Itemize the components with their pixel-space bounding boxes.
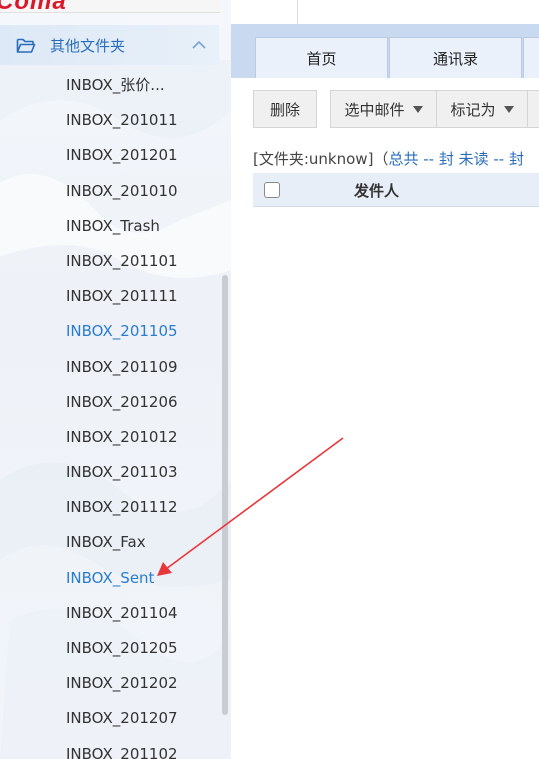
folder-item[interactable]: INBOX_201205 [0, 631, 222, 666]
folder-info-line: [文件夹:unknow]（总共 -- 封 未读 -- 封 [253, 148, 524, 169]
folder-item[interactable]: INBOX_201012 [0, 420, 222, 455]
other-folders-group[interactable]: 其他文件夹 [0, 25, 219, 65]
select-all-checkbox[interactable] [264, 182, 280, 198]
folder-item[interactable]: INBOX_201201 [0, 138, 222, 173]
folder-item[interactable]: INBOX_201011 [0, 103, 222, 138]
folder-item[interactable]: INBOX_Trash [0, 209, 222, 244]
folder-item[interactable]: INBOX_张价... [0, 68, 222, 103]
folder-item[interactable]: INBOX_201101 [0, 244, 222, 279]
other-folders-label: 其他文件夹 [50, 36, 126, 55]
caret-down-icon [503, 105, 514, 113]
total-unit: 封 [438, 150, 454, 168]
mail-client: Coma 其他文件夹 INBOX_张价...INBOX_201011INBOX_… [0, 0, 539, 759]
mark-as-dropdown[interactable]: 标记为 [437, 90, 528, 128]
delete-button[interactable]: 删除 [253, 90, 317, 128]
folder-item[interactable]: INBOX_Sent [0, 561, 222, 596]
folder-item[interactable]: INBOX_201105 [0, 314, 222, 349]
delete-button-label: 删除 [269, 100, 300, 119]
tab-home[interactable]: 首页 [255, 37, 388, 78]
folder-item[interactable]: INBOX_201202 [0, 666, 222, 701]
folder-item[interactable]: INBOX_201010 [0, 174, 222, 209]
tab-contacts[interactable]: 通讯录 [389, 37, 522, 78]
mail-toolbar: 删除 选中邮件 标记为 [253, 90, 539, 128]
folder-item[interactable]: INBOX_201109 [0, 350, 222, 385]
folder-item[interactable]: INBOX_201102 [0, 737, 222, 759]
caret-down-icon [412, 105, 423, 113]
folder-name: unknow [308, 150, 368, 168]
tab-bar: 首页 通讯录 [255, 37, 539, 78]
top-bar [231, 0, 539, 24]
sidebar: Coma 其他文件夹 INBOX_张价...INBOX_201011INBOX_… [0, 0, 232, 759]
folder-item[interactable]: INBOX_201207 [0, 701, 222, 736]
toolbar-partial-button[interactable] [528, 90, 539, 128]
total-separator: -- [418, 150, 439, 168]
top-bar-divider [297, 0, 298, 24]
total-label: 总共 [388, 150, 419, 168]
tab-next-partial[interactable] [523, 37, 539, 78]
folder-item[interactable]: INBOX_201206 [0, 385, 222, 420]
unread-label: 未读 [453, 150, 489, 168]
toolbar-gap [317, 90, 330, 128]
unread-separator: -- [488, 150, 509, 168]
chevron-up-icon[interactable] [191, 37, 207, 53]
folder-item[interactable]: INBOX_201112 [0, 490, 222, 525]
select-mail-label: 选中邮件 [344, 100, 405, 119]
logo-strip: Coma [0, 0, 220, 13]
folder-item[interactable]: INBOX_201103 [0, 455, 222, 490]
folder-list: INBOX_张价... INBOX_201011 INBOX_201201 INBOX… [0, 68, 222, 759]
select-mail-dropdown[interactable]: 选中邮件 [330, 90, 437, 128]
paren-open: （ [373, 150, 389, 168]
mail-table-header: 发件人 [253, 173, 539, 207]
folder-item[interactable]: INBOX_201111 [0, 279, 222, 314]
sender-column-header[interactable]: 发件人 [354, 180, 399, 201]
folder-item[interactable]: INBOX_Fax [0, 525, 222, 560]
main-panel: 首页 通讯录 删除 选中邮件 标记为 [文件夹:unknow]（总共 -- 封 … [231, 0, 539, 759]
folder-prefix: [文件夹: [253, 150, 309, 168]
sidebar-scrollbar[interactable] [222, 275, 228, 715]
folder-item[interactable]: INBOX_201104 [0, 596, 222, 631]
brand-logo: Coma [0, 0, 67, 12]
unread-unit: 封 [509, 150, 525, 168]
folder-open-icon [16, 36, 36, 54]
mark-as-label: 标记为 [450, 100, 496, 119]
